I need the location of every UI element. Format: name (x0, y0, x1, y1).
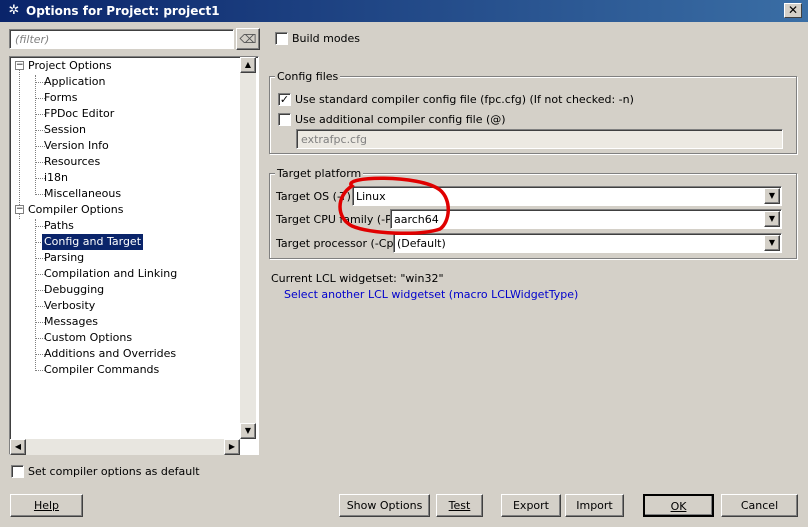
collapse-icon[interactable]: − (15, 61, 24, 70)
clear-filter-button[interactable]: ⌫ (236, 28, 260, 50)
tree-group-label: Project Options (28, 59, 112, 72)
filter-input[interactable]: (filter) (9, 29, 234, 49)
select-lcl-widgetset-link[interactable]: Select another LCL widgetset (macro LCLW… (284, 288, 578, 301)
scroll-down-arrow-icon[interactable]: ▼ (240, 423, 256, 439)
tree-vertical-scrollbar[interactable]: ▲ ▼ (240, 57, 256, 439)
current-lcl-widgetset: Current LCL widgetset: "win32" (271, 272, 444, 285)
cancel-button-label: Cancel (740, 499, 779, 512)
tree-connector (35, 75, 36, 195)
show-options-label: Show Options (346, 499, 423, 512)
tree-item-label: Paths (44, 219, 74, 232)
import-button[interactable]: Import (565, 494, 624, 517)
import-button-label: Import (576, 499, 613, 512)
use-standard-config-label: Use standard compiler config file (fpc.c… (295, 93, 634, 106)
tree-item-label: Additions and Overrides (44, 347, 177, 360)
tree-item-label: Debugging (44, 283, 105, 296)
target-processor-label: Target processor (-Cp) (276, 237, 398, 250)
tree-item-label: Resources (44, 155, 101, 168)
tree-item-label: i18n (44, 171, 69, 184)
tree-item-label: Session (44, 123, 86, 136)
use-additional-config-label: Use additional compiler config file (@) (295, 113, 506, 126)
options-tree[interactable]: − Project Options Application Forms FPDoc Ed… (9, 56, 259, 455)
tree-item-label: Version Info (44, 139, 109, 152)
show-options-button[interactable]: Show Options (339, 494, 430, 517)
config-files-title: Config files (275, 70, 341, 83)
tree-item-label: Forms (44, 91, 78, 104)
dropdown-arrow-icon[interactable]: ▼ (764, 235, 780, 251)
collapse-icon[interactable]: − (15, 205, 24, 214)
tree-connector (19, 69, 20, 219)
target-os-value: Linux (356, 190, 386, 203)
checkmark-icon: ✓ (279, 93, 290, 106)
use-additional-config-checkbox[interactable] (278, 113, 291, 126)
target-cpu-label: Target CPU family (-P) (276, 213, 397, 226)
tree-item-label: Custom Options (44, 331, 133, 344)
tree-horizontal-scrollbar[interactable]: ◀ ▶ (10, 439, 240, 455)
use-standard-config-checkbox[interactable]: ✓ (278, 93, 291, 106)
target-os-select[interactable]: Linux ▼ (352, 186, 782, 206)
set-default-checkbox[interactable] (11, 465, 24, 478)
export-button[interactable]: Export (501, 494, 561, 517)
test-button[interactable]: Test (436, 494, 483, 517)
window-title: Options for Project: project1 (26, 4, 220, 18)
build-modes-label: Build modes (292, 32, 361, 45)
dropdown-arrow-icon[interactable]: ▼ (764, 188, 780, 204)
build-modes-checkbox[interactable] (275, 32, 288, 45)
tree-group-label: Compiler Options (28, 203, 124, 216)
tree-item-label: Verbosity (44, 299, 96, 312)
help-button[interactable]: Help (10, 494, 83, 517)
close-button[interactable]: ✕ (784, 3, 802, 18)
tree-item-label: Parsing (44, 251, 85, 264)
title-bar: ✲ Options for Project: project1 ✕ (0, 0, 808, 22)
scroll-up-arrow-icon[interactable]: ▲ (240, 57, 256, 73)
help-button-label: Help (33, 499, 60, 512)
tree-item-label: FPDoc Editor (44, 107, 115, 120)
test-button-label: Test (448, 499, 471, 512)
broom-icon: ⌫ (239, 32, 257, 46)
export-button-label: Export (512, 499, 549, 512)
target-os-label: Target OS (-T) (276, 190, 351, 203)
tree-item-label: Miscellaneous (44, 187, 122, 200)
target-cpu-value: aarch64 (394, 213, 439, 226)
target-cpu-select[interactable]: aarch64 ▼ (390, 209, 782, 229)
ok-button[interactable]: OK (643, 494, 714, 517)
cancel-button[interactable]: Cancel (721, 494, 798, 517)
ok-button-label: OK (670, 500, 687, 513)
additional-config-path-field[interactable]: extrafpc.cfg (296, 129, 783, 149)
scroll-right-arrow-icon[interactable]: ▶ (224, 439, 240, 455)
tree-item-label: Compiler Commands (44, 363, 160, 376)
set-default-label: Set compiler options as default (28, 465, 200, 478)
target-processor-value: (Default) (397, 237, 446, 250)
target-platform-title: Target platform (275, 167, 364, 180)
lazarus-app-icon: ✲ (8, 3, 20, 18)
dropdown-arrow-icon[interactable]: ▼ (764, 211, 780, 227)
tree-item-label: Application (44, 75, 106, 88)
target-processor-select[interactable]: (Default) ▼ (393, 233, 782, 253)
scroll-left-arrow-icon[interactable]: ◀ (10, 439, 26, 455)
tree-item-label: Messages (44, 315, 98, 328)
tree-item-label: Compilation and Linking (44, 267, 178, 280)
tree-item-label: Config and Target (42, 234, 144, 250)
